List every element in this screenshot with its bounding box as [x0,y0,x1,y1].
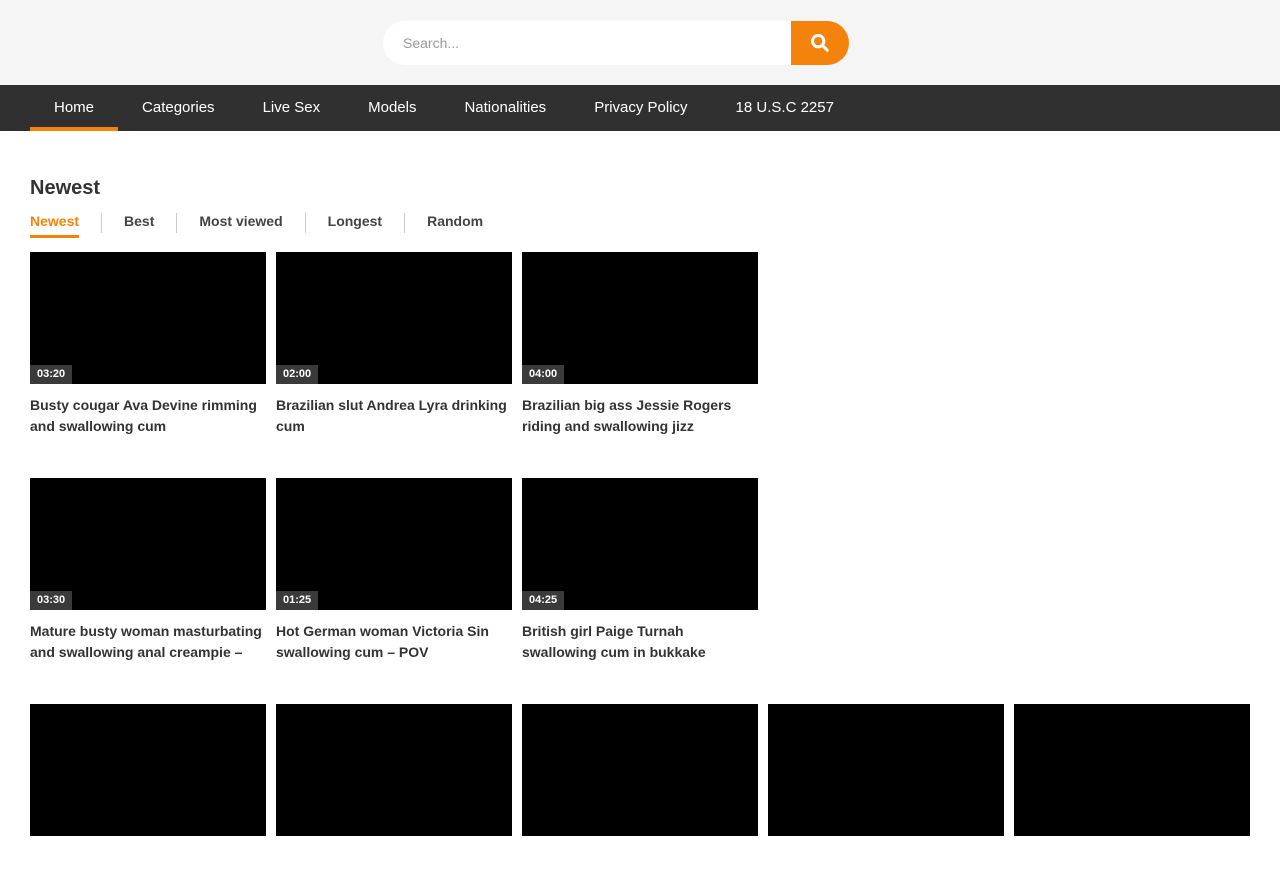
tab-best[interactable]: Best [124,213,154,238]
nav-item-nationalities[interactable]: Nationalities [440,85,570,131]
tab-separator [101,213,102,233]
search-icon [809,32,831,54]
page-title: Newest [30,177,1250,200]
nav-item-categories[interactable]: Categories [118,85,239,131]
video-row [30,704,1250,836]
video-thumbnail[interactable] [522,704,758,836]
duration-badge: 02:00 [276,365,318,384]
tab-separator [305,213,306,233]
tab-separator [176,213,177,233]
video-card[interactable] [30,704,266,836]
main-nav: HomeCategoriesLive SexModelsNationalitie… [0,85,1280,131]
video-card[interactable]: 03:30 Mature busty woman masturbating and… [30,478,266,663]
video-card[interactable] [522,704,758,836]
nav-item-live-sex[interactable]: Live Sex [239,85,345,131]
video-row: 03:20 Busty cougar Ava Devine rimming and… [30,252,1250,437]
video-thumbnail[interactable] [276,704,512,836]
tab-most-viewed[interactable]: Most viewed [199,213,282,238]
video-thumbnail[interactable]: 01:25 [276,478,512,610]
video-row: 03:30 Mature busty woman masturbating and… [30,478,1250,663]
video-card[interactable] [276,704,512,836]
tab-separator [404,213,405,233]
video-card[interactable]: 04:25 British girl Paige Turnah swallowin… [522,478,758,663]
video-thumbnail[interactable] [1014,704,1250,836]
duration-badge: 04:00 [522,365,564,384]
nav-item-privacy-policy[interactable]: Privacy Policy [570,85,711,131]
video-card[interactable]: 01:25 Hot German woman Victoria Sin swall… [276,478,512,663]
video-card[interactable]: 02:00 Brazilian slut Andrea Lyra drinking… [276,252,512,437]
search-form [383,21,849,65]
video-card[interactable] [1014,704,1250,836]
video-title[interactable]: Hot German woman Victoria Sin swallowing… [276,621,512,663]
video-title[interactable]: Brazilian slut Andrea Lyra drinking cum [276,395,512,437]
tab-random[interactable]: Random [427,213,483,238]
video-title[interactable]: Brazilian big ass Jessie Rogers riding a… [522,395,758,437]
nav-item-models[interactable]: Models [344,85,440,131]
nav-item-18-u-s-c-2257[interactable]: 18 U.S.C 2257 [712,85,858,131]
nav-item-home[interactable]: Home [30,85,118,131]
top-header [0,0,1280,85]
duration-badge: 04:25 [522,591,564,610]
video-title[interactable]: British girl Paige Turnah swallowing cum… [522,621,758,663]
video-card[interactable] [768,704,1004,836]
video-title[interactable]: Busty cougar Ava Devine rimming and swal… [30,395,266,437]
tab-longest[interactable]: Longest [328,213,382,238]
video-thumbnail[interactable]: 04:00 [522,252,758,384]
video-card[interactable]: 04:00 Brazilian big ass Jessie Rogers rid… [522,252,758,437]
video-thumbnail[interactable]: 04:25 [522,478,758,610]
video-thumbnail[interactable]: 02:00 [276,252,512,384]
video-title[interactable]: Mature busty woman masturbating and swal… [30,621,266,663]
search-button[interactable] [791,21,849,65]
video-card[interactable]: 03:20 Busty cougar Ava Devine rimming and… [30,252,266,437]
video-thumbnail[interactable]: 03:20 [30,252,266,384]
search-input[interactable] [383,21,791,65]
duration-badge: 03:30 [30,591,72,610]
duration-badge: 03:20 [30,365,72,384]
main-content: Newest Newest Best Most viewed Longest Rando… [0,177,1280,836]
video-thumbnail[interactable] [30,704,266,836]
video-grid: 03:20 Busty cougar Ava Devine rimming and… [30,252,1250,836]
video-thumbnail[interactable] [768,704,1004,836]
tab-newest[interactable]: Newest [30,213,79,238]
duration-badge: 01:25 [276,591,318,610]
sort-tabs: Newest Best Most viewed Longest Random [30,213,1250,238]
video-thumbnail[interactable]: 03:30 [30,478,266,610]
